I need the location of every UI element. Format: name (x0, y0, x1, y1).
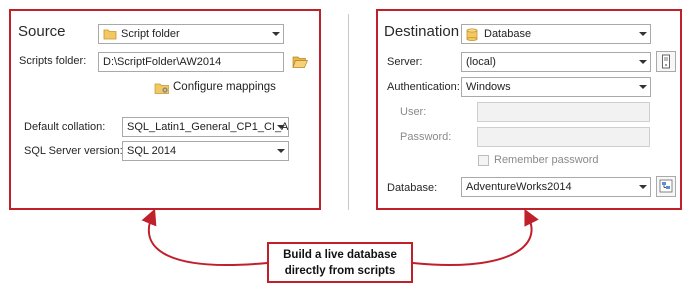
callout-line-1: Build a live database (283, 249, 397, 261)
callout-box: Build a live database directly from scri… (267, 242, 413, 283)
left-arrow (141, 208, 268, 267)
callout-line-2: directly from scripts (284, 265, 396, 277)
right-arrow (412, 208, 539, 267)
